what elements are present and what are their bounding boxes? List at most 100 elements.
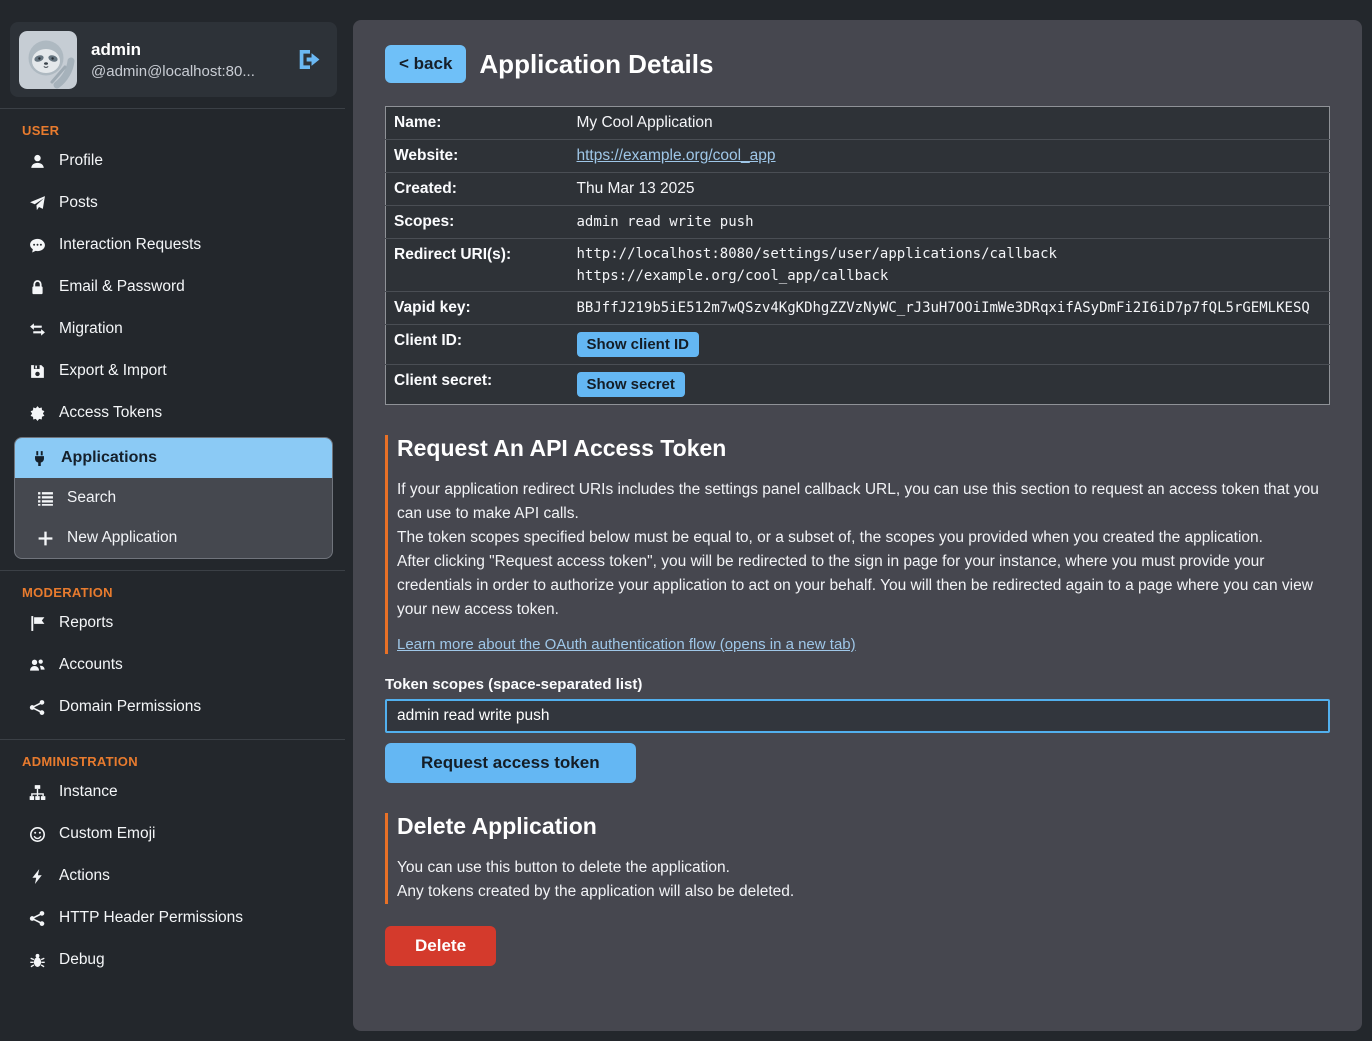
sidebar-item-label: HTTP Header Permissions [59,909,243,927]
token-scopes-label: Token scopes (space-separated list) [385,676,1330,693]
app-layout: admin @admin@localhost:80... USER Profil… [0,0,1372,1041]
sidebar-item-domain-permissions[interactable]: Domain Permissions [0,686,345,728]
section-header-administration: ADMINISTRATION [0,740,345,771]
row-label: Website: [386,140,569,173]
sidebar-item-applications-search[interactable]: Search [15,478,332,518]
app-name-value: My Cool Application [569,107,1330,140]
username: @admin@localhost:80... [91,63,282,80]
website-link[interactable]: https://example.org/cool_app [577,147,776,164]
sidebar-item-label: Profile [59,152,103,170]
sitemap-icon [28,783,46,801]
sidebar-item-label: Domain Permissions [59,698,201,716]
row-label: Vapid key: [386,292,569,325]
oauth-docs-link[interactable]: Learn more about the OAuth authenticatio… [397,636,856,653]
redirect-uri-1: http://localhost:8080/settings/user/appl… [577,246,1322,262]
list-icon [37,490,54,507]
sidebar-item-reports[interactable]: Reports [0,602,345,644]
sidebar: admin @admin@localhost:80... USER Profil… [0,0,345,1041]
show-secret-button[interactable]: Show secret [577,372,685,397]
sidebar-item-label: Interaction Requests [59,236,201,254]
sidebar-item-custom-emoji[interactable]: Custom Emoji [0,813,345,855]
sidebar-item-label: Applications [61,449,157,467]
table-row: Website: https://example.org/cool_app [386,140,1330,173]
comment-dots-icon [28,236,46,254]
sidebar-item-label: Migration [59,320,123,338]
created-value: Thu Mar 13 2025 [569,173,1330,206]
sidebar-item-accounts[interactable]: Accounts [0,644,345,686]
redirect-uri-2: https://example.org/cool_app/callback [577,268,1322,284]
sidebar-item-applications[interactable]: Applications [15,438,332,478]
sidebar-item-label: Posts [59,194,98,212]
avatar [19,31,77,89]
share-nodes-icon [28,698,46,716]
sidebar-item-label: Email & Password [59,278,185,296]
user-icon [28,152,46,170]
main-panel: < back Application Details Name: My Cool… [353,20,1362,1031]
sidebar-item-label: Debug [59,951,105,969]
lock-icon [28,278,46,296]
sidebar-item-posts[interactable]: Posts [0,182,345,224]
sidebar-item-instance[interactable]: Instance [0,771,345,813]
display-name: admin [91,40,282,60]
request-token-section: Request An API Access Token If your appl… [385,435,1330,783]
sidebar-item-access-tokens[interactable]: Access Tokens [0,392,345,434]
sidebar-item-label: New Application [67,529,177,547]
sidebar-item-label: Accounts [59,656,123,674]
delete-button[interactable]: Delete [385,926,496,966]
delete-line-2: Any tokens created by the application wi… [397,880,1330,904]
page-title: Application Details [479,49,713,80]
smiley-icon [28,825,46,843]
floppy-disk-icon [28,362,46,380]
bug-icon [28,951,46,969]
delete-line-1: You can use this button to delete the ap… [397,856,1330,880]
scopes-value: admin read write push [569,206,1330,239]
sidebar-item-actions[interactable]: Actions [0,855,345,897]
table-row: Client ID: Show client ID [386,325,1330,365]
table-row: Created: Thu Mar 13 2025 [386,173,1330,206]
sidebar-item-export-import[interactable]: Export & Import [0,350,345,392]
show-client-id-button[interactable]: Show client ID [577,332,700,357]
row-label: Client secret: [386,365,569,405]
sidebar-item-applications-new[interactable]: New Application [15,518,332,558]
sidebar-item-label: Actions [59,867,110,885]
users-icon [28,656,46,674]
request-token-bordered-block: Request An API Access Token If your appl… [385,435,1330,654]
plug-icon [31,450,48,467]
plus-icon [37,530,54,547]
token-scopes-input[interactable] [385,699,1330,733]
request-token-heading: Request An API Access Token [397,435,1330,462]
applications-block: Applications Search New Application [14,437,333,559]
sidebar-item-label: Instance [59,783,118,801]
sidebar-item-label: Reports [59,614,113,632]
request-access-token-button[interactable]: Request access token [385,743,636,783]
sidebar-item-interaction-requests[interactable]: Interaction Requests [0,224,345,266]
table-row: Vapid key: BBJffJ219b5iE512m7wQSzv4KgKDh… [386,292,1330,325]
certificate-icon [28,404,46,422]
sidebar-item-label: Export & Import [59,362,167,380]
page-header: < back Application Details [385,45,1330,83]
arrows-left-right-icon [28,320,46,338]
row-label: Client ID: [386,325,569,365]
redirect-uris-value: http://localhost:8080/settings/user/appl… [569,239,1330,292]
application-details-table: Name: My Cool Application Website: https… [385,106,1330,405]
paper-plane-icon [28,194,46,212]
delete-application-section: Delete Application You can use this butt… [385,813,1330,966]
delete-bordered-block: Delete Application You can use this butt… [385,813,1330,904]
sign-out-icon[interactable] [296,46,323,73]
back-button[interactable]: < back [385,45,466,83]
table-row: Scopes: admin read write push [386,206,1330,239]
row-label: Scopes: [386,206,569,239]
bolt-icon [28,867,46,885]
delete-heading: Delete Application [397,813,1330,840]
sidebar-item-http-header-permissions[interactable]: HTTP Header Permissions [0,897,345,939]
sidebar-item-email-password[interactable]: Email & Password [0,266,345,308]
sidebar-item-label: Search [67,489,116,507]
sidebar-item-migration[interactable]: Migration [0,308,345,350]
share-nodes-icon [28,909,46,927]
sidebar-item-debug[interactable]: Debug [0,939,345,981]
section-header-user: USER [0,109,345,140]
request-token-para-1: If your application redirect URIs includ… [397,478,1330,526]
vapid-key-value: BBJffJ219b5iE512m7wQSzv4KgKDhgZZVzNyWC_r… [569,292,1330,325]
sidebar-item-profile[interactable]: Profile [0,140,345,182]
table-row: Name: My Cool Application [386,107,1330,140]
